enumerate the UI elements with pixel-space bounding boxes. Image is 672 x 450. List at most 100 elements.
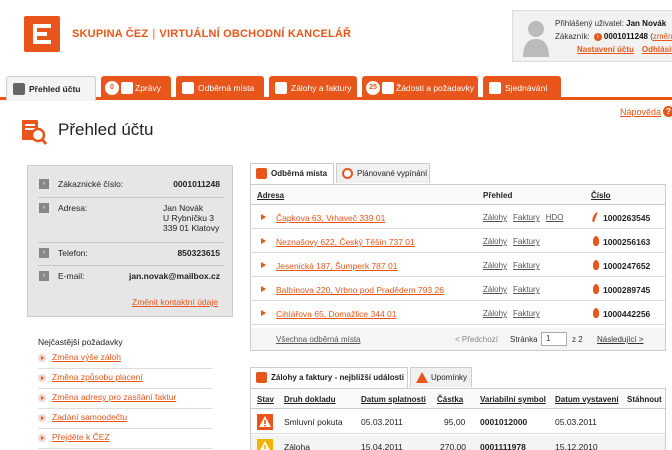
place-address-link[interactable]: Jesenická 187, Šumperk 787 01	[276, 261, 397, 271]
column-issue-date[interactable]: Datum vystavení	[555, 395, 619, 404]
deposits-link[interactable]: Zálohy	[483, 309, 507, 318]
customer-number: 0001011248	[603, 32, 648, 41]
address-line-city: 339 01 Klatovy	[163, 223, 220, 233]
tab-deposits-invoices[interactable]: Zálohy a faktury	[269, 76, 357, 100]
divider	[38, 265, 224, 266]
invoices-link[interactable]: Faktury	[513, 237, 540, 246]
place-address-link[interactable]: Balbínova 220, Vrbno pod Pradědem 793 26	[276, 285, 444, 295]
user-links: Nastavení účtu Odhlásit	[577, 45, 672, 54]
column-address[interactable]: Adresa	[257, 191, 284, 200]
gas-flame-icon	[593, 236, 599, 246]
info-icon: i	[593, 32, 602, 41]
prev-page-button[interactable]: < Předchozí	[455, 335, 498, 344]
place-number: 1000289745	[603, 285, 651, 295]
logged-user-label: Přihlášený uživatel:	[555, 19, 624, 28]
logged-user-line: Přihlášený uživatel: Jan Novák	[555, 19, 666, 28]
request-link[interactable]: Změna adresy pro zasílání faktur	[52, 392, 176, 402]
table-row: Jesenická 187, Šumperk 787 01 Zálohy Fakt…	[251, 254, 665, 277]
tab-consumption-points[interactable]: Odběrná místa	[250, 163, 334, 184]
change-contact-link[interactable]: Změnit kontaktní údaje	[132, 297, 218, 307]
pagination-bar: Všechna odběrná místa < Předchozí Stránk…	[251, 328, 665, 350]
table-row: Smluvní pokuta 05.03.2011 95,00 00010120…	[251, 410, 665, 434]
tab-account-overview[interactable]: Přehled účtu	[6, 76, 96, 101]
column-download: Stáhnout	[627, 395, 662, 404]
address-line-name: Jan Novák	[163, 203, 204, 213]
all-places-link[interactable]: Všechna odběrná místa	[276, 335, 361, 344]
invoices-link[interactable]: Faktury	[513, 285, 540, 294]
page-label: Stránka	[510, 335, 538, 344]
place-links: Zálohy Faktury	[483, 237, 546, 246]
requests-icon	[382, 82, 394, 94]
tab-label: Přehled účtu	[29, 84, 81, 94]
tab-requests[interactable]: 25 Žádosti a požadavky	[362, 76, 478, 100]
place-number: 1000256163	[603, 237, 651, 247]
column-type[interactable]: Druh dokladu	[284, 395, 336, 404]
list-item: Změna adresy pro zasílání faktur	[38, 389, 213, 409]
deposits-link[interactable]: Zálohy	[483, 213, 507, 222]
contract-icon	[489, 82, 501, 94]
tab-reminders[interactable]: Upomínky	[410, 367, 472, 387]
arrow-right-icon	[261, 262, 266, 268]
page-input[interactable]: 1	[541, 332, 567, 346]
messages-count-badge: 0	[105, 81, 119, 95]
invoices-link[interactable]: Faktury	[513, 261, 540, 270]
list-item: Změna výše záloh	[38, 349, 213, 369]
place-address-link[interactable]: Čapkova 63, Vrhaveč 339 01	[276, 213, 385, 223]
table-header: Stav Druh dokladu Datum splatnosti Částk…	[251, 389, 665, 409]
place-address-link[interactable]: Neznašovy 622, Český Těšín 737 01	[276, 237, 415, 247]
column-variable-symbol[interactable]: Variabilní symbol	[480, 395, 546, 404]
request-link[interactable]: Změna výše záloh	[52, 352, 121, 362]
request-link[interactable]: Zadání samoodečtu	[52, 412, 127, 422]
deposits-link[interactable]: Zálohy	[483, 261, 507, 270]
warning-status-icon	[257, 414, 273, 430]
deposits-link[interactable]: Zálohy	[483, 285, 507, 294]
doc-type: Záloha	[284, 442, 310, 450]
main-nav: Přehled účtu 0 Zprávy Odběrná místa Zálo…	[0, 76, 672, 101]
column-due-date[interactable]: Datum splatnosti	[361, 395, 426, 404]
bolt-icon	[256, 168, 267, 179]
doc-due-date: 05.03.2011	[361, 417, 403, 427]
divider	[38, 197, 224, 198]
user-panel: Přihlášený uživatel: Jan Novák Zákazník:…	[512, 10, 672, 62]
place-links: Zálohy Faktury	[483, 285, 546, 294]
deposits-link[interactable]: Zálohy	[483, 237, 507, 246]
tab-planned-outages[interactable]: Plánované vypínání	[336, 163, 430, 183]
invoices-link[interactable]: Faktury	[513, 309, 540, 318]
column-number[interactable]: Číslo	[591, 191, 611, 200]
documents-tabs: Zálohy a faktury - nejbližší události Up…	[250, 367, 666, 388]
cez-logo[interactable]	[24, 16, 60, 52]
account-settings-link[interactable]: Nastavení účtu	[577, 45, 634, 54]
invoices-link[interactable]: Faktury	[513, 213, 540, 222]
change-customer-link[interactable]: změnit	[653, 32, 672, 41]
tab-deposits-invoices-events[interactable]: Zálohy a faktury - nejbližší události	[250, 367, 408, 388]
next-page-button[interactable]: Následující >	[597, 335, 643, 344]
address-label: Adresa:	[58, 203, 88, 213]
tab-consumption-points[interactable]: Odběrná místa	[176, 76, 264, 100]
divider	[38, 242, 224, 243]
column-status[interactable]: Stav	[257, 395, 274, 404]
logout-link[interactable]: Odhlásit	[642, 45, 672, 54]
power-icon	[342, 168, 353, 179]
customer-label: Zákazník:	[555, 32, 590, 41]
request-link[interactable]: Změna způsobu placení	[52, 372, 143, 382]
customer-number-value: 0001011248	[173, 179, 220, 189]
tab-label: Žádosti a požadavky	[396, 83, 474, 93]
phone-value: 850323615	[177, 248, 220, 258]
arrow-right-icon: ›	[39, 271, 49, 281]
tab-messages[interactable]: 0 Zprávy	[101, 76, 171, 100]
arrow-bullet-icon	[38, 434, 46, 442]
tab-label: Odběrná místa	[271, 169, 328, 178]
list-item: Zadání samoodečtu	[38, 409, 213, 429]
arrow-right-icon: ›	[39, 248, 49, 258]
avatar	[523, 21, 549, 57]
help-link[interactable]: Nápověda	[620, 107, 661, 117]
column-overview: Přehled	[483, 191, 513, 200]
page-total: z 2	[572, 335, 583, 344]
tab-arrangements[interactable]: Sjednávání	[483, 76, 561, 100]
arrow-right-icon: ›	[39, 179, 49, 189]
help-icon[interactable]: ?	[663, 106, 672, 117]
column-amount[interactable]: Částka	[437, 395, 463, 404]
request-link[interactable]: Přejděte k ČEZ	[52, 432, 110, 442]
place-address-link[interactable]: Cihlářova 65, Domažlice 344 01	[276, 309, 396, 319]
hdo-link[interactable]: HDO	[546, 213, 564, 222]
